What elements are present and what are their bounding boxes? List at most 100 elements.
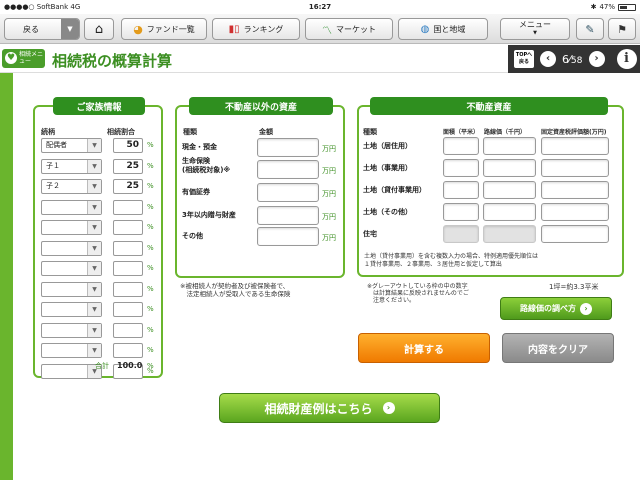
chevron-down-icon: ▼ <box>87 159 101 173</box>
re-rosenka-input[interactable] <box>483 137 536 155</box>
re-rosenka-input[interactable] <box>483 159 536 177</box>
nonre-amount-input[interactable] <box>257 160 319 179</box>
re-assessment-input[interactable] <box>541 137 609 155</box>
market-label: マーケット <box>336 24 376 34</box>
country-region-button[interactable]: ◍ 国と地域 <box>398 18 488 40</box>
home-button[interactable]: ⌂ <box>84 18 114 40</box>
share-input[interactable] <box>113 322 143 338</box>
nonre-type-header: 種類 <box>183 128 197 136</box>
re-assessment-input[interactable] <box>541 159 609 177</box>
pin-button[interactable]: ✎ <box>576 18 604 40</box>
share-input[interactable] <box>113 199 143 215</box>
back-button[interactable]: 戻る ▼ <box>4 18 80 40</box>
pie-chart-icon: ◕ <box>133 22 143 36</box>
calculate-button[interactable]: 計算する <box>358 333 490 363</box>
nonre-amount-input[interactable] <box>257 227 319 246</box>
re-area-input[interactable] <box>443 159 479 177</box>
re-area-input[interactable] <box>443 203 479 221</box>
bookmark-button[interactable]: ⚑ <box>608 18 636 40</box>
relation-select[interactable]: 配偶者 ▼ <box>41 138 102 153</box>
relation-select[interactable]: ▼ <box>41 343 102 358</box>
ranking-button[interactable]: ▮▯ ランキング <box>212 18 300 40</box>
info-icon[interactable]: i <box>616 49 637 69</box>
next-page-icon[interactable]: › <box>588 51 605 67</box>
re-area-input[interactable] <box>443 225 479 243</box>
nav-bar: 戻る ▼ ⌂ ◕ ファンド一覧 ▮▯ ランキング 〽マーケット ◍ 国と地域 メニュー… <box>0 14 640 44</box>
inheritance-menu-badge[interactable]: ♥ 相続メニュー <box>2 49 45 68</box>
share-input[interactable]: 25 <box>113 158 143 174</box>
relation-select[interactable]: ▼ <box>41 281 102 297</box>
re-assessment-input[interactable] <box>541 181 609 199</box>
current-page: 6 <box>562 52 569 66</box>
bar-chart-icon: ▮▯ <box>228 23 240 35</box>
chevron-down-icon: ▼ <box>87 221 101 234</box>
relation-select[interactable]: ▼ <box>41 363 102 379</box>
re-assessment-input[interactable] <box>541 225 609 243</box>
re-rosenka-header: 路線価（千円） <box>484 129 527 136</box>
chevron-down-icon: ▼ <box>87 241 101 255</box>
percent-unit: % <box>147 202 154 211</box>
share-header: 相続割合 <box>107 128 135 136</box>
menu-button[interactable]: メニュー ▼ <box>500 18 570 40</box>
family-title: ご家族情報 <box>53 97 145 115</box>
relation-select[interactable]: 子２ ▼ <box>41 179 102 194</box>
percent-unit: % <box>147 346 154 354</box>
nonre-amount-input[interactable] <box>257 138 319 157</box>
clear-button[interactable]: 内容をクリア <box>502 333 614 363</box>
tsubo-conversion: 1坪=約3.3平米 <box>549 283 599 291</box>
share-input[interactable] <box>113 261 143 276</box>
nonre-row-label: 3年以内贈与財産 <box>182 211 236 219</box>
share-input[interactable] <box>113 343 143 358</box>
prev-page-icon[interactable]: ‹ <box>540 51 556 67</box>
man-yen-unit: 万円 <box>322 213 336 221</box>
market-button[interactable]: 〽マーケット <box>305 18 393 40</box>
relation-select[interactable]: ▼ <box>41 302 102 317</box>
percent-unit: % <box>147 325 154 334</box>
relation-select[interactable]: ▼ <box>41 322 102 338</box>
re-rosenka-input[interactable] <box>483 181 536 199</box>
re-rosenka-input[interactable] <box>483 225 536 243</box>
re-assessment-input[interactable] <box>541 203 609 221</box>
title-bar: ♥ 相続メニュー 相続税の概算計算 TOPへ戻る ‹ 6⁄58 › i <box>0 45 640 73</box>
nonre-row-label: 有価証券 <box>182 188 210 196</box>
relation-header: 続柄 <box>41 128 55 136</box>
special-rule-note: 土地（貸付事業用）を含む複数入力の場合、特例適用優先順位は １貸付事業用、２事業… <box>364 253 539 268</box>
nonre-row-label: 現金・預金 <box>182 143 217 151</box>
total-label: 合計 <box>95 362 109 370</box>
nonre-amount-input[interactable] <box>257 183 319 202</box>
top-button[interactable]: TOPへ戻る <box>514 50 534 68</box>
share-input[interactable] <box>113 220 143 235</box>
non-real-estate-title: 不動産以外の資産 <box>189 97 333 115</box>
share-input[interactable]: 25 <box>113 179 143 194</box>
share-input[interactable]: 50 <box>113 138 143 153</box>
chevron-down-icon[interactable]: ▼ <box>61 19 79 39</box>
real-estate-title: 不動産資産 <box>370 97 608 115</box>
heart-icon: ♥ <box>5 52 17 64</box>
percent-unit: % <box>147 305 154 313</box>
rosenka-guide-label: 路線価の調べ方 <box>520 304 576 313</box>
percent-unit: % <box>147 243 154 252</box>
relation-select[interactable]: ▼ <box>41 199 102 215</box>
rosenka-guide-button[interactable]: 路線価の調べ方 › <box>500 297 612 320</box>
percent-unit: % <box>147 284 154 293</box>
share-input[interactable] <box>113 281 143 297</box>
re-row-label: 土地（居住用） <box>363 142 412 150</box>
relation-select[interactable]: ▼ <box>41 240 102 256</box>
re-rosenka-input[interactable] <box>483 203 536 221</box>
man-yen-unit: 万円 <box>322 234 336 242</box>
share-input[interactable] <box>113 240 143 256</box>
country-region-label: 国と地域 <box>433 24 466 34</box>
re-area-input[interactable] <box>443 137 479 155</box>
share-input[interactable] <box>113 302 143 317</box>
page-indicator: 6⁄58 <box>562 52 583 66</box>
nonre-amount-input[interactable] <box>257 206 319 225</box>
relation-select[interactable]: ▼ <box>41 261 102 276</box>
example-button[interactable]: 相続財産例はこちら › <box>219 393 440 423</box>
fund-list-button[interactable]: ◕ ファンド一覧 <box>121 18 207 40</box>
chevron-down-icon: ▼ <box>87 344 101 357</box>
relation-select[interactable]: ▼ <box>41 220 102 235</box>
bluetooth-icon: ✱ <box>590 3 597 11</box>
re-area-input[interactable] <box>443 181 479 199</box>
pager: TOPへ戻る ‹ 6⁄58 › i <box>508 45 640 73</box>
relation-select[interactable]: 子１ ▼ <box>41 158 102 174</box>
